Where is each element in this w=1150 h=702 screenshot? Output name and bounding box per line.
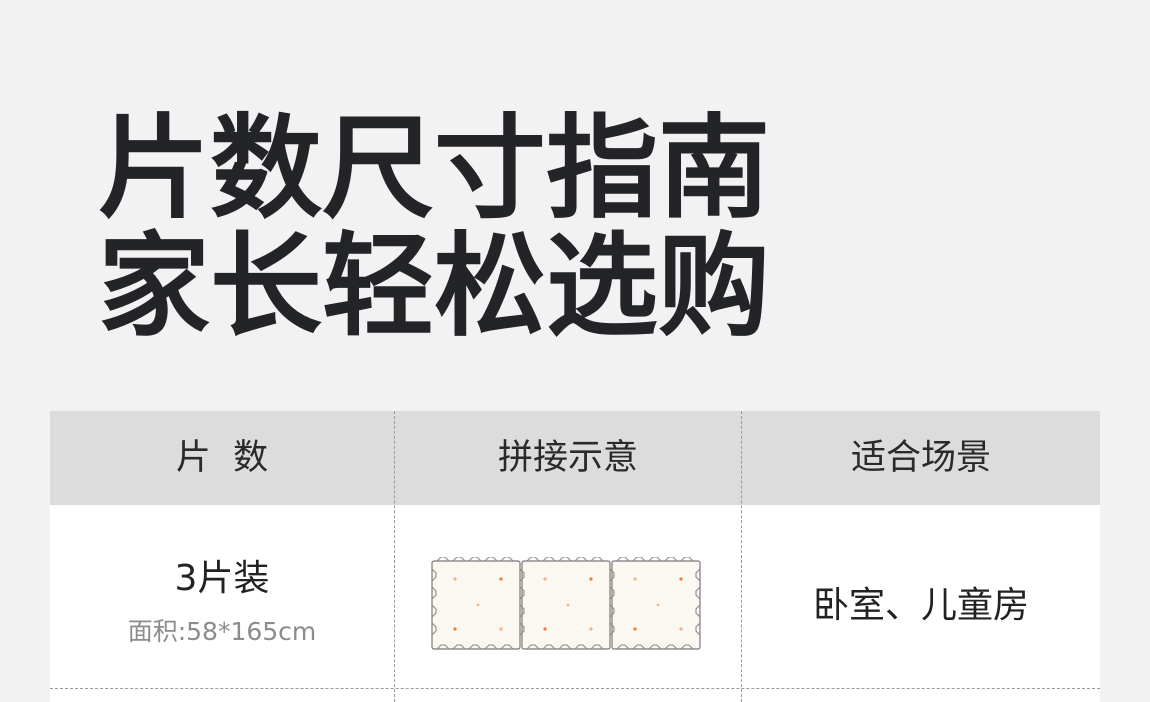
header-diagram: 拼接示意 [497,438,638,478]
column-divider-2 [741,411,742,702]
column-divider-1 [394,411,395,702]
headline-line-2: 家长轻松选购 [98,222,770,352]
row-area: 面积:58*165cm [127,617,317,646]
row-scene: 卧室、儿童房 [812,585,1029,626]
mat-tile-3 [611,560,701,650]
size-guide-page: 片数尺寸指南 家长轻松选购 片 数 拼接示意 适合场景 3片装 面积:58*16… [0,0,1150,702]
header-scene: 适合场景 [850,438,991,478]
headline-line-1: 片数尺寸指南 [98,104,770,234]
mat-tile-1 [431,560,521,650]
row-quantity: 3片装 [174,558,270,599]
mat-diagram [431,557,701,650]
table-header: 片 数 拼接示意 适合场景 [50,411,1100,505]
size-table: 片 数 拼接示意 适合场景 3片装 面积:58*165cm 卧室、儿童房 [50,411,1100,702]
row-divider [50,688,1100,689]
header-quantity: 片 数 [175,438,269,478]
mat-tile-2 [521,560,611,650]
headline: 片数尺寸指南 家长轻松选购 [98,110,770,346]
